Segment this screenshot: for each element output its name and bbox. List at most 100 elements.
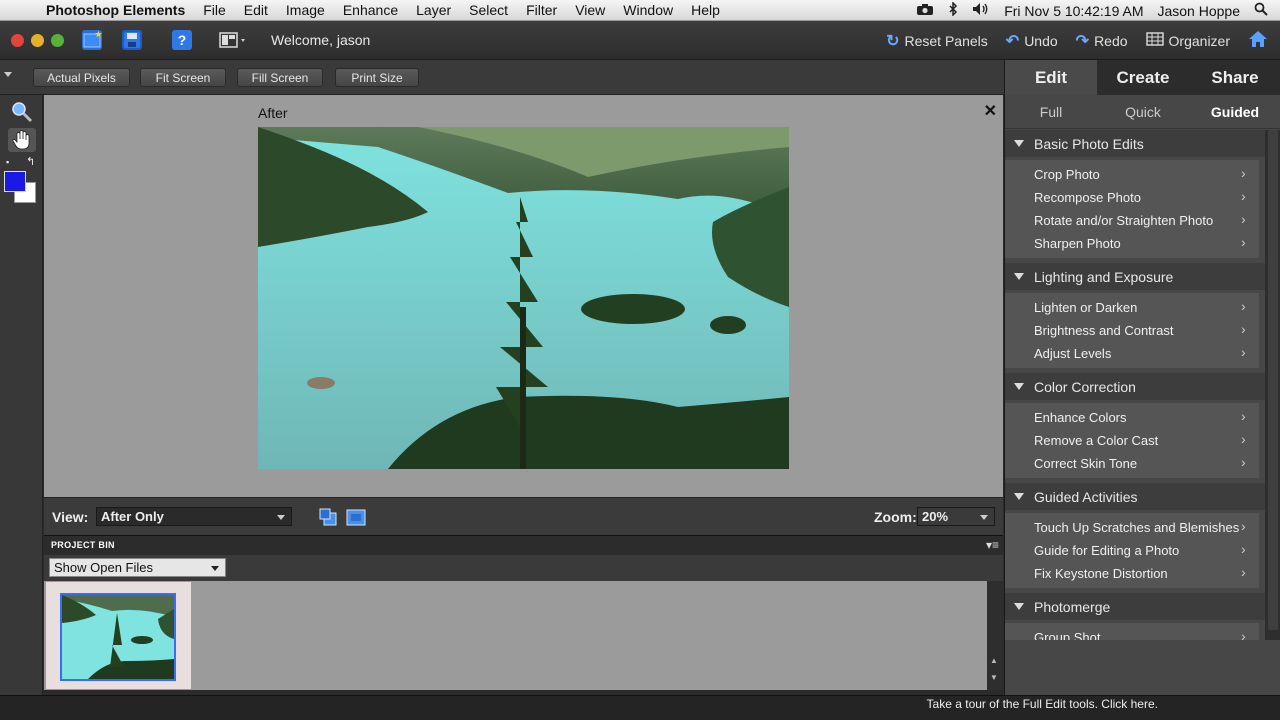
- menu-window[interactable]: Window: [623, 2, 673, 18]
- zoom-field[interactable]: 20%: [917, 507, 995, 526]
- help-icon[interactable]: ?: [172, 30, 192, 50]
- scroll-up-icon[interactable]: ▲: [990, 656, 998, 665]
- guided-adjust-levels[interactable]: Adjust Levels: [1034, 346, 1111, 361]
- tool-options-bar: Actual Pixels Fit Screen Fill Screen Pri…: [0, 60, 1004, 95]
- guided-brightness-contrast[interactable]: Brightness and Contrast: [1034, 323, 1173, 338]
- actual-pixels-button[interactable]: Actual Pixels: [33, 68, 130, 87]
- guided-remove-color-cast[interactable]: Remove a Color Cast: [1034, 433, 1158, 448]
- guided-crop-photo[interactable]: Crop Photo: [1034, 167, 1100, 182]
- section-guided-activities[interactable]: Guided Activities: [1005, 483, 1265, 510]
- guided-lighten-darken[interactable]: Lighten or Darken: [1034, 300, 1137, 315]
- toolbar-actions: ↻ Reset Panels ↶ Undo ↷ Redo Organizer: [886, 21, 1280, 60]
- reset-icon: ↻: [886, 32, 900, 50]
- project-bin-area[interactable]: [44, 581, 987, 690]
- project-bin-header: PROJECT BIN ▾≡: [44, 535, 1003, 555]
- photo-thumbnail[interactable]: [60, 593, 176, 681]
- menu-edit[interactable]: Edit: [244, 2, 268, 18]
- guided-group-shot[interactable]: Group Shot: [1034, 630, 1101, 640]
- thumbnail-cell[interactable]: [46, 582, 191, 689]
- chevron-down-icon: [277, 515, 285, 520]
- guided-sharpen-photo[interactable]: Sharpen Photo: [1034, 236, 1121, 251]
- section-basic-photo-edits[interactable]: Basic Photo Edits: [1005, 130, 1265, 157]
- section-photomerge[interactable]: Photomerge: [1005, 593, 1265, 620]
- foreground-color-swatch[interactable]: [4, 171, 26, 192]
- organizer-label: Organizer: [1168, 32, 1230, 49]
- hand-tool-icon[interactable]: [8, 128, 36, 152]
- document-image[interactable]: [258, 127, 789, 469]
- undo-icon: ↶: [1005, 32, 1020, 50]
- menubar-clock[interactable]: Fri Nov 5 10:42:19 AM: [1004, 3, 1143, 19]
- guided-recompose-photo[interactable]: Recompose Photo: [1034, 190, 1141, 205]
- menu-view[interactable]: View: [575, 2, 605, 18]
- menu-app-name[interactable]: Photoshop Elements: [46, 2, 185, 18]
- tour-link[interactable]: Take a tour of the Full Edit tools. Clic…: [927, 697, 1158, 711]
- zoom-window-button[interactable]: [51, 34, 64, 47]
- scroll-thumb[interactable]: [1268, 130, 1278, 630]
- redo-icon: ↷: [1075, 32, 1090, 50]
- scroll-down-icon[interactable]: ▼: [990, 673, 998, 682]
- close-window-button[interactable]: [11, 34, 24, 47]
- guided-rotate-straighten[interactable]: Rotate and/or Straighten Photo: [1034, 213, 1213, 228]
- edit-subtabs: Full Quick Guided: [1005, 95, 1280, 129]
- bin-menu-icon[interactable]: ▾≡: [986, 538, 999, 552]
- volume-icon[interactable]: [972, 2, 990, 19]
- subtab-full[interactable]: Full: [1005, 95, 1097, 128]
- redo-button[interactable]: ↷ Redo: [1076, 31, 1128, 51]
- camera-icon[interactable]: [916, 3, 934, 19]
- guided-editing-photo[interactable]: Guide for Editing a Photo: [1034, 543, 1179, 558]
- welcome-text: Welcome, jason: [271, 32, 371, 48]
- menu-help[interactable]: Help: [691, 2, 720, 18]
- tab-create[interactable]: Create: [1097, 60, 1189, 95]
- sync-views-icon[interactable]: [345, 507, 367, 530]
- menubar-user[interactable]: Jason Hoppe: [1157, 3, 1240, 19]
- menu-select[interactable]: Select: [469, 2, 508, 18]
- layout-icon[interactable]: [219, 30, 249, 50]
- menu-layer[interactable]: Layer: [416, 2, 451, 18]
- menu-image[interactable]: Image: [286, 2, 325, 18]
- guided-enhance-colors[interactable]: Enhance Colors: [1034, 410, 1127, 425]
- menu-enhance[interactable]: Enhance: [343, 2, 398, 18]
- section-lighting-exposure[interactable]: Lighting and Exposure: [1005, 263, 1265, 290]
- zoom-label: Zoom:: [874, 509, 917, 525]
- default-colors-icon[interactable]: ▪: [6, 157, 9, 167]
- section-title: Photomerge: [1034, 598, 1111, 615]
- spotlight-search-icon[interactable]: [1254, 2, 1268, 19]
- section-title: Lighting and Exposure: [1034, 268, 1174, 285]
- tab-share[interactable]: Share: [1189, 60, 1280, 95]
- project-bin-scrollbar[interactable]: ▲ ▼: [987, 581, 1003, 690]
- bluetooth-icon[interactable]: [948, 1, 958, 19]
- save-icon[interactable]: [122, 30, 142, 50]
- guided-fix-keystone[interactable]: Fix Keystone Distortion: [1034, 566, 1168, 581]
- fill-screen-button[interactable]: Fill Screen: [237, 68, 323, 87]
- subtab-guided[interactable]: Guided: [1189, 95, 1280, 128]
- close-document-icon[interactable]: ✕: [984, 101, 997, 121]
- guided-scrollbar[interactable]: [1265, 130, 1280, 640]
- canvas-area[interactable]: After ✕: [44, 95, 1003, 497]
- new-file-icon[interactable]: [82, 30, 102, 50]
- organizer-button[interactable]: Organizer: [1145, 31, 1230, 50]
- subtab-quick[interactable]: Quick: [1097, 95, 1189, 128]
- view-select[interactable]: After Only: [96, 507, 292, 526]
- menubar-status: Fri Nov 5 10:42:19 AM Jason Hoppe: [916, 0, 1280, 21]
- section-title: Color Correction: [1034, 378, 1136, 395]
- minimize-window-button[interactable]: [31, 34, 44, 47]
- options-menu-icon[interactable]: [4, 72, 12, 77]
- tab-edit[interactable]: Edit: [1005, 60, 1097, 95]
- undo-button[interactable]: ↶ Undo: [1006, 31, 1058, 51]
- swap-before-after-icon[interactable]: [318, 507, 338, 530]
- guided-correct-skin-tone[interactable]: Correct Skin Tone: [1034, 456, 1137, 471]
- chevron-right-icon: ›: [1241, 408, 1246, 424]
- show-files-select[interactable]: Show Open Files: [49, 558, 226, 577]
- section-body: Touch Up Scratches and Blemishes › Guide…: [1005, 513, 1259, 588]
- chevron-right-icon: ›: [1241, 298, 1246, 314]
- section-color-correction[interactable]: Color Correction: [1005, 373, 1265, 400]
- zoom-tool-icon[interactable]: [11, 101, 33, 126]
- guided-touch-up-scratches[interactable]: Touch Up Scratches and Blemishes: [1034, 520, 1239, 535]
- fit-screen-button[interactable]: Fit Screen: [140, 68, 226, 87]
- print-size-button[interactable]: Print Size: [335, 68, 419, 87]
- swap-colors-icon[interactable]: ↰: [26, 155, 35, 168]
- menu-file[interactable]: File: [203, 2, 226, 18]
- home-icon[interactable]: [1248, 30, 1268, 51]
- reset-panels-button[interactable]: ↻ Reset Panels: [886, 31, 988, 51]
- menu-filter[interactable]: Filter: [526, 2, 557, 18]
